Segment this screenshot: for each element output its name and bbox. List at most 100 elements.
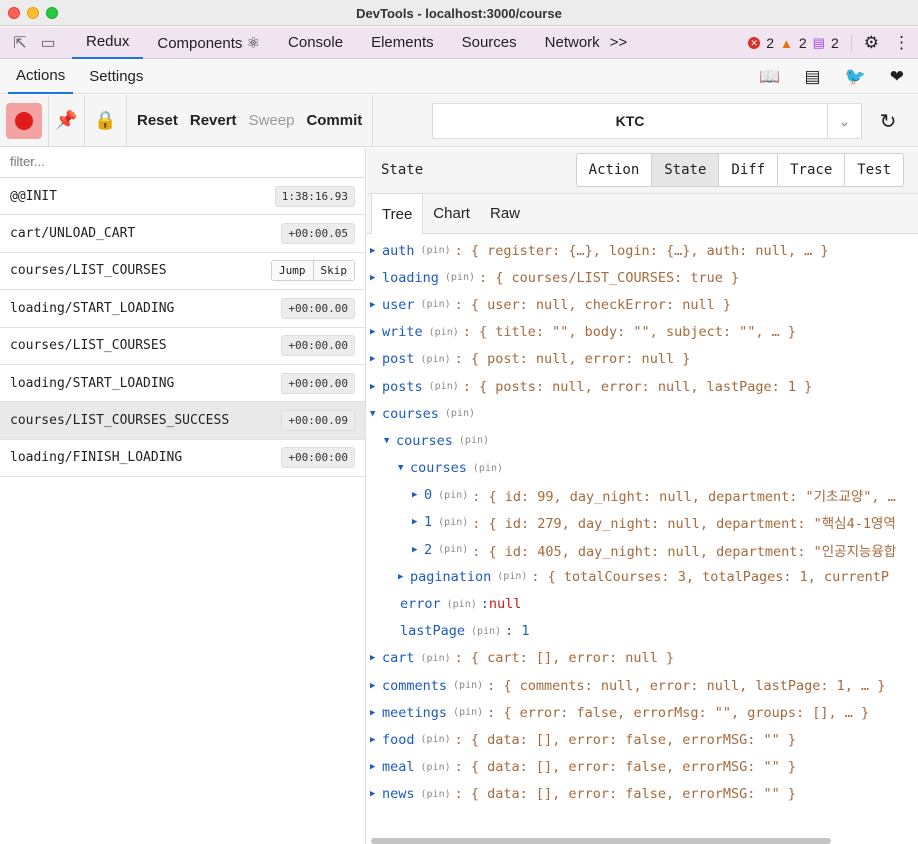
warning-count[interactable]: 2 — [799, 35, 807, 51]
tree-node[interactable]: ▶ pagination (pin): { totalCourses: 3, tot… — [367, 563, 918, 590]
tab-chart[interactable]: Chart — [423, 194, 480, 233]
action-name: courses/LIST_COURSES_SUCCESS — [10, 413, 230, 429]
tree-node[interactable]: ▶ news (pin): { data: [], error: false, er… — [367, 781, 918, 808]
tab-raw[interactable]: Raw — [480, 194, 530, 233]
tab-redux[interactable]: Redux — [72, 27, 144, 59]
window-title: DevTools - localhost:3000/course — [356, 6, 562, 21]
tab-components[interactable]: Components ⚛ — [143, 27, 274, 59]
tree-node[interactable]: ▶ write (pin): { title: "", body: "", subj… — [367, 319, 918, 346]
action-time: +00:00.00 — [281, 297, 355, 319]
tree-node[interactable]: ▶ food (pin): { data: [], error: false, er… — [367, 726, 918, 753]
tree-node[interactable]: ▶ meal (pin): { data: [], error: false, er… — [367, 754, 918, 781]
warning-icon[interactable]: ▲ — [780, 36, 793, 51]
error-icon[interactable]: ✕ — [748, 37, 761, 49]
tree-node[interactable]: ▶ 0 (pin): { id: 99, day_night: null, depa… — [367, 482, 918, 509]
instance-select[interactable]: KTC — [432, 103, 828, 139]
tree-node[interactable]: ▶ loading (pin): { courses/LIST_COURSES: t… — [367, 264, 918, 291]
chevron-down-icon[interactable]: ⌄ — [828, 103, 862, 139]
tab-trace[interactable]: Trace — [777, 154, 844, 186]
caret-right-icon[interactable]: ▶ — [370, 273, 382, 283]
caret-right-icon[interactable]: ▶ — [398, 572, 410, 582]
view-tabs: Tree Chart Raw — [367, 194, 918, 234]
tab-test[interactable]: Test — [844, 154, 903, 186]
tab-network[interactable]: Network — [531, 27, 606, 59]
tab-console[interactable]: Console — [274, 27, 357, 59]
caret-right-icon[interactable]: ▶ — [412, 545, 424, 555]
chat-icon[interactable]: ▤ — [805, 67, 821, 87]
sync-icon[interactable]: ↻ — [868, 103, 908, 139]
action-name: courses/LIST_COURSES — [10, 263, 167, 279]
device-toolbar-icon[interactable]: ▭ — [34, 27, 62, 59]
lock-button[interactable]: 🔒 — [85, 94, 127, 147]
tab-diff[interactable]: Diff — [718, 154, 777, 186]
tree-node[interactable]: ▶ cart (pin): { cart: [], error: null } — [367, 645, 918, 672]
inspect-element-icon[interactable]: ⇱ — [6, 27, 34, 59]
record-button[interactable] — [0, 94, 49, 147]
caret-right-icon[interactable]: ▶ — [370, 789, 382, 799]
caret-right-icon[interactable]: ▶ — [370, 708, 382, 718]
tree-node[interactable]: ▶ posts (pin): { posts: null, error: null,… — [367, 373, 918, 400]
sweep-button[interactable]: Sweep — [243, 112, 301, 129]
caret-right-icon[interactable]: ▶ — [412, 490, 424, 500]
action-row[interactable]: loading/START_LOADING +00:00.00 — [0, 290, 365, 328]
action-row[interactable]: @@INIT 1:38:16.93 — [0, 178, 365, 216]
caret-right-icon[interactable]: ▶ — [370, 354, 382, 364]
tab-elements[interactable]: Elements — [357, 27, 448, 59]
horizontal-scrollbar[interactable] — [371, 838, 831, 844]
caret-right-icon[interactable]: ▶ — [370, 681, 382, 691]
more-options-icon[interactable]: ⋮ — [893, 33, 910, 53]
action-row[interactable]: loading/FINISH_LOADING +00:00:00 — [0, 440, 365, 478]
tree-node[interactable]: ▶ user (pin): { user: null, checkError: nu… — [367, 291, 918, 318]
pin-button[interactable]: 📌 — [49, 94, 85, 147]
tree-leaf: error (pin): null — [400, 596, 522, 613]
heart-icon[interactable]: ❤ — [890, 67, 904, 87]
tree-node[interactable]: ▶ meetings (pin): { error: false, errorMsg… — [367, 699, 918, 726]
message-icon[interactable]: ▤ — [813, 35, 825, 51]
action-row-selected[interactable]: courses/LIST_COURSES_SUCCESS +00:00.09 — [0, 402, 365, 440]
tree-node-expanded[interactable]: ▼ courses (pin) — [367, 427, 918, 454]
tab-state[interactable]: State — [651, 154, 719, 186]
caret-right-icon[interactable]: ▶ — [370, 327, 382, 337]
action-row[interactable]: cart/UNLOAD_CART +00:00.05 — [0, 215, 365, 253]
caret-right-icon[interactable]: ▶ — [370, 653, 382, 663]
action-time: +00:00.09 — [281, 410, 355, 432]
action-row[interactable]: courses/LIST_COURSES Jump Skip — [0, 253, 365, 291]
caret-right-icon[interactable]: ▶ — [370, 735, 382, 745]
tree-node[interactable]: ▶ auth (pin): { register: {…}, login: {…},… — [367, 237, 918, 264]
caret-right-icon[interactable]: ▶ — [370, 246, 382, 256]
caret-down-icon[interactable]: ▼ — [384, 436, 396, 446]
caret-right-icon[interactable]: ▶ — [412, 517, 424, 527]
tree-node[interactable]: ▶ post (pin): { post: null, error: null } — [367, 346, 918, 373]
action-name: loading/FINISH_LOADING — [10, 450, 183, 466]
caret-right-icon[interactable]: ▶ — [370, 762, 382, 772]
tab-action[interactable]: Action — [577, 154, 652, 186]
message-count[interactable]: 2 — [831, 35, 839, 51]
action-row[interactable]: loading/START_LOADING +00:00.00 — [0, 365, 365, 403]
tree-node[interactable]: ▶ comments (pin): { comments: null, error:… — [367, 672, 918, 699]
tab-actions[interactable]: Actions — [8, 60, 74, 94]
tree-node[interactable]: ▶ 2 (pin): { id: 405, day_night: null, dep… — [367, 536, 918, 563]
caret-right-icon[interactable]: ▶ — [370, 382, 382, 392]
caret-down-icon[interactable]: ▼ — [398, 463, 410, 473]
reset-button[interactable]: Reset — [131, 112, 184, 129]
action-row[interactable]: courses/LIST_COURSES +00:00.00 — [0, 328, 365, 365]
revert-button[interactable]: Revert — [184, 112, 243, 129]
tab-settings[interactable]: Settings — [81, 60, 151, 94]
settings-gear-icon[interactable]: ⚙ — [864, 33, 879, 53]
skip-button[interactable]: Skip — [312, 261, 354, 281]
tree-node-expanded[interactable]: ▼ courses (pin) — [367, 455, 918, 482]
tree-node-expanded[interactable]: ▼ courses (pin) — [367, 400, 918, 427]
commit-button[interactable]: Commit — [300, 112, 368, 129]
more-tabs-button[interactable]: >> — [606, 27, 642, 59]
error-count[interactable]: 2 — [766, 35, 774, 51]
twitter-icon[interactable]: 🐦 — [845, 67, 866, 87]
caret-down-icon[interactable]: ▼ — [370, 409, 382, 419]
tab-tree[interactable]: Tree — [371, 194, 424, 234]
tree-node[interactable]: ▶ 1 (pin): { id: 279, day_night: null, dep… — [367, 509, 918, 536]
tab-sources[interactable]: Sources — [448, 27, 531, 59]
filter-input[interactable]: filter... — [0, 148, 365, 178]
caret-right-icon[interactable]: ▶ — [370, 300, 382, 310]
book-icon[interactable]: 📖 — [759, 67, 780, 87]
redux-toolbar: 📌 🔒 Reset Revert Sweep Commit KTC ⌄ ↻ — [0, 94, 918, 147]
jump-button[interactable]: Jump — [272, 261, 313, 281]
